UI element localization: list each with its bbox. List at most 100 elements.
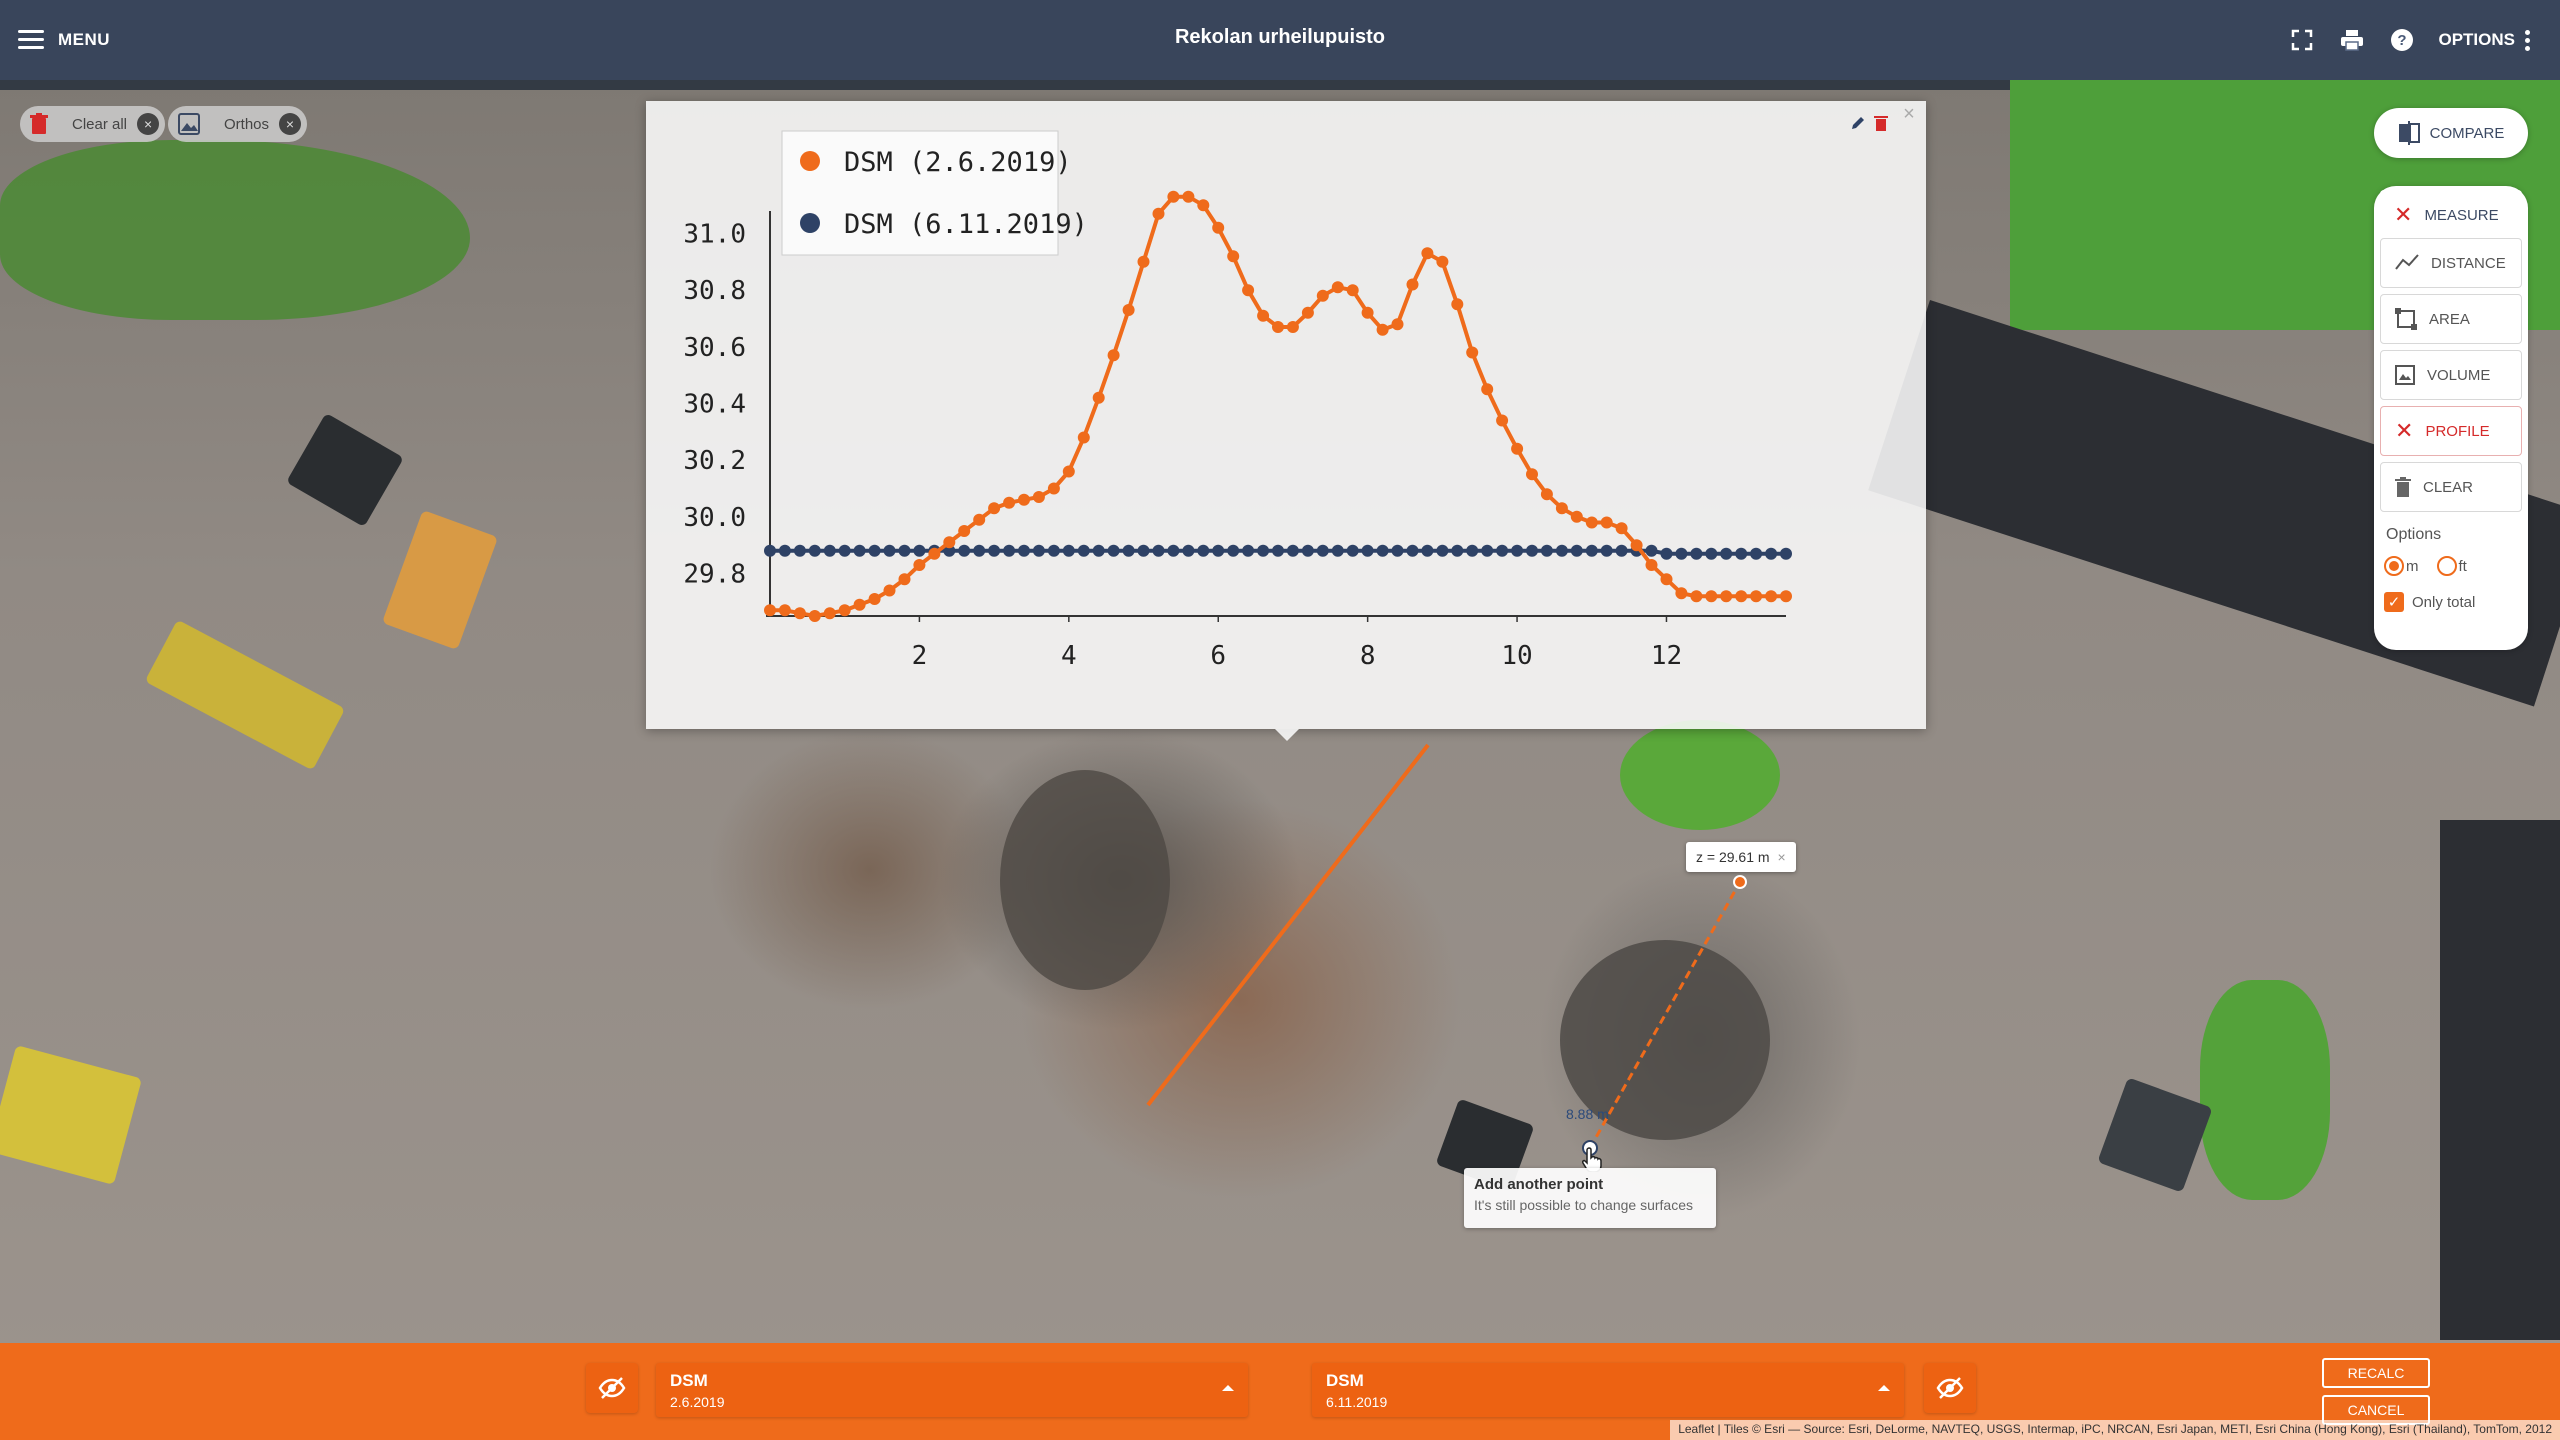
area-icon <box>2395 308 2417 330</box>
data-point <box>1062 544 1075 557</box>
compare-button[interactable]: COMPARE <box>2374 108 2528 158</box>
data-point <box>1615 544 1628 557</box>
y-tick-label: 30.2 <box>683 446 746 476</box>
data-point <box>1690 547 1703 560</box>
chip-orthos-close-icon[interactable]: × <box>279 113 302 135</box>
add-point-tooltip: Add another point It's still possible to… <box>1464 1168 1716 1228</box>
distance-button[interactable]: DISTANCE <box>2380 238 2522 288</box>
unit-ft-radio[interactable]: ft <box>2436 556 2467 576</box>
data-point <box>1585 516 1598 529</box>
distance-icon <box>2395 254 2419 270</box>
data-point <box>778 604 791 617</box>
options-button[interactable]: OPTIONS <box>2438 29 2530 51</box>
fullscreen-icon[interactable] <box>2288 26 2316 54</box>
data-point <box>1555 544 1568 557</box>
volume-label: VOLUME <box>2427 366 2491 384</box>
profile-x-icon: ✕ <box>2395 418 2414 443</box>
chip-clear-all[interactable]: Clear all × <box>20 106 166 142</box>
compare-icon <box>2398 121 2420 145</box>
data-point <box>1481 383 1494 396</box>
volume-button[interactable]: VOLUME <box>2380 350 2522 400</box>
help-icon[interactable]: ? <box>2388 26 2416 54</box>
page-title: Rekolan urheilupuisto <box>1174 26 1386 48</box>
measure-label: MEASURE <box>2424 206 2499 224</box>
right-surface-name: DSM <box>1326 1371 1364 1390</box>
elevation-close-icon[interactable]: × <box>1778 849 1786 865</box>
data-point <box>913 544 926 557</box>
chip-orthos[interactable]: Orthos × <box>168 106 308 142</box>
data-point <box>1466 346 1479 359</box>
kebab-icon <box>2525 29 2530 51</box>
data-point <box>1227 250 1240 263</box>
data-point <box>1735 547 1748 560</box>
data-point <box>868 544 881 557</box>
data-point <box>1047 482 1060 495</box>
recalc-button[interactable]: RECALC <box>2322 1358 2430 1388</box>
data-point <box>793 544 806 557</box>
data-point <box>1660 573 1673 586</box>
area-button[interactable]: AREA <box>2380 294 2522 344</box>
data-point <box>1780 590 1792 603</box>
y-tick-label: 30.4 <box>683 390 746 420</box>
profile-chart-popup: 2 4 6 8 10 12 29.8 30.0 30.2 30.4 30.6 30.8 31.0 DSM … <box>646 101 1926 729</box>
measure-point-end[interactable] <box>1733 875 1747 889</box>
data-point <box>1301 544 1314 557</box>
data-point <box>1301 306 1314 319</box>
eye-off-icon <box>1936 1377 1964 1399</box>
unit-m-radio[interactable]: m <box>2384 556 2419 576</box>
chip-clear-all-close-icon[interactable]: × <box>137 113 160 135</box>
only-total-checkbox[interactable]: ✓ Only total <box>2384 592 2475 612</box>
data-point <box>1660 547 1673 560</box>
measure-toggle[interactable]: ✕ MEASURE <box>2380 190 2522 240</box>
data-point <box>883 544 896 557</box>
data-point <box>1526 468 1538 481</box>
data-point <box>1496 414 1509 427</box>
data-point <box>1182 190 1195 203</box>
profile-label: PROFILE <box>2425 422 2490 440</box>
data-point <box>1137 544 1150 557</box>
data-point <box>1406 544 1419 557</box>
right-surface-select[interactable]: DSM 6.11.2019 <box>1312 1363 1904 1417</box>
print-icon[interactable] <box>2338 26 2366 54</box>
unit-ft-label: ft <box>2458 557 2467 575</box>
profile-line[interactable] <box>1146 743 1430 1107</box>
data-point <box>868 593 881 605</box>
data-point <box>1346 284 1359 297</box>
data-point <box>1705 590 1718 603</box>
data-point <box>1466 544 1479 557</box>
data-point <box>1361 306 1374 319</box>
data-point <box>1720 590 1733 603</box>
data-point <box>1376 323 1389 336</box>
data-point <box>1436 544 1449 557</box>
edit-icon[interactable] <box>1850 115 1872 137</box>
data-point <box>1272 544 1284 557</box>
data-point <box>823 544 836 557</box>
y-tick-label: 30.8 <box>683 276 746 306</box>
legend-marker <box>800 213 820 233</box>
left-surface-select[interactable]: DSM 2.6.2019 <box>656 1363 1248 1417</box>
volume-icon <box>2395 365 2415 385</box>
data-point <box>1182 544 1195 557</box>
data-point <box>1242 284 1255 297</box>
toggle-left-surface-button[interactable] <box>586 1363 638 1413</box>
profile-button[interactable]: ✕ PROFILE <box>2380 406 2522 456</box>
data-point <box>1645 544 1658 557</box>
radio-off-icon <box>2436 556 2457 576</box>
data-point <box>1511 442 1524 455</box>
close-icon[interactable]: × <box>1898 103 1920 125</box>
data-point <box>1077 544 1090 557</box>
svg-text:?: ? <box>2398 32 2407 49</box>
measure-line[interactable] <box>1588 881 1742 1149</box>
data-point <box>1122 304 1135 316</box>
data-point <box>1540 488 1553 501</box>
clear-button[interactable]: CLEAR <box>2380 462 2522 512</box>
data-point <box>1077 431 1090 444</box>
data-point <box>1152 544 1165 557</box>
toggle-right-surface-button[interactable] <box>1924 1363 1976 1413</box>
data-point <box>1765 547 1778 560</box>
data-point <box>1331 281 1344 294</box>
data-point <box>1331 544 1344 557</box>
delete-icon[interactable] <box>1874 115 1896 137</box>
data-point <box>764 544 776 557</box>
data-point <box>1570 510 1583 523</box>
